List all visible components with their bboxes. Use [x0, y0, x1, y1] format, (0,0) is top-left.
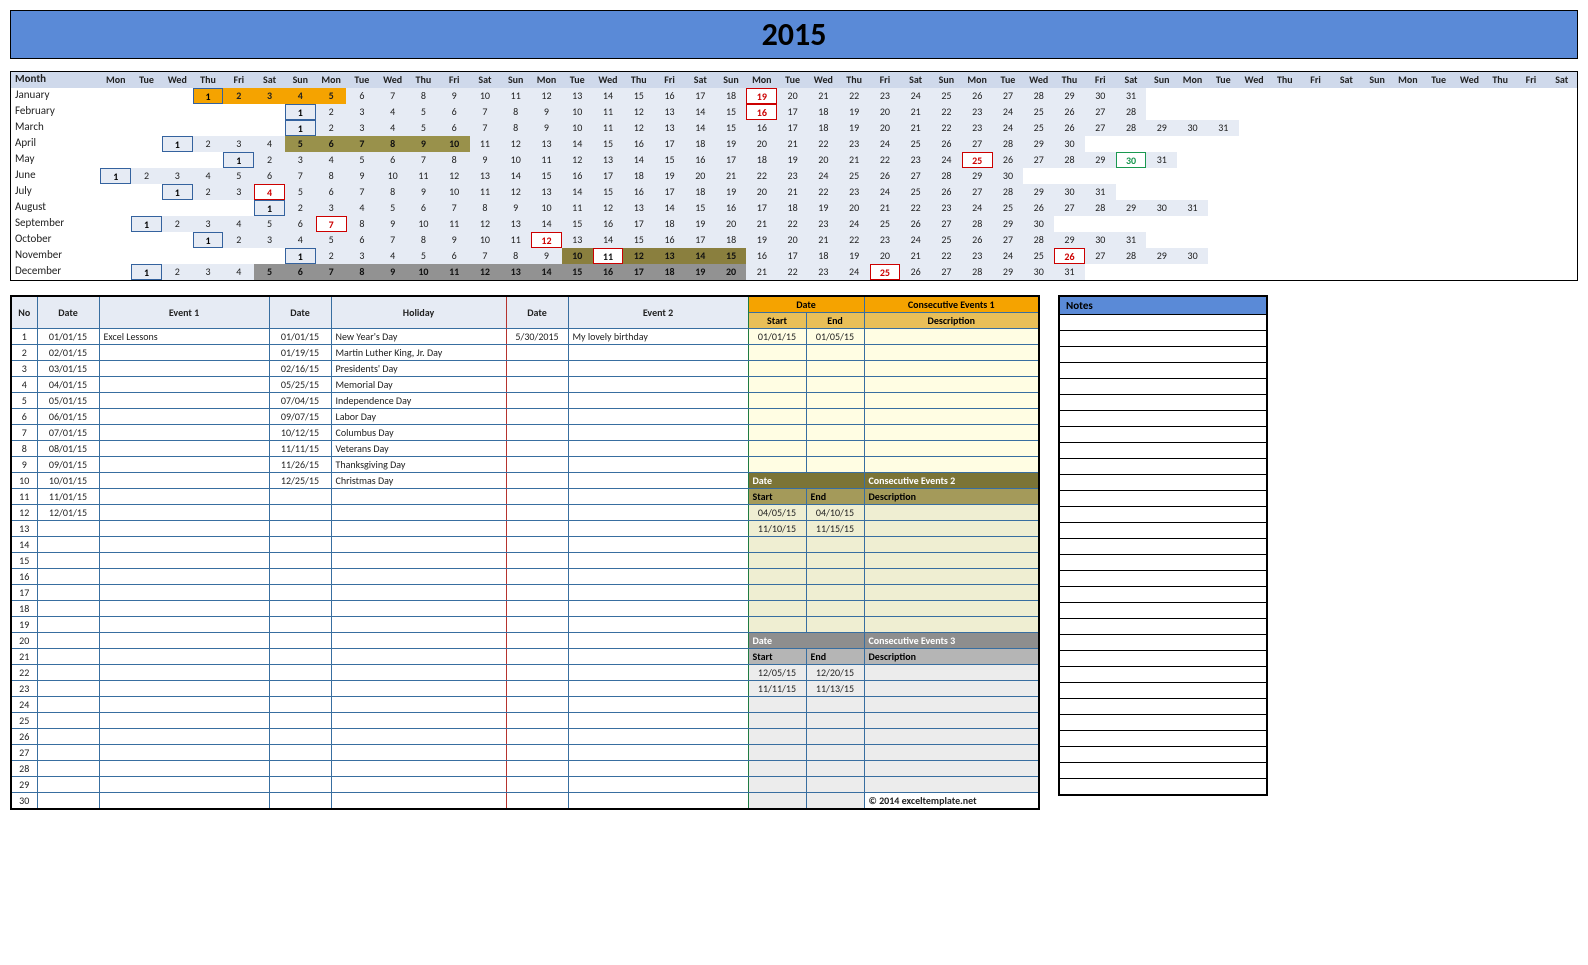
year-title: 2015	[10, 10, 1578, 59]
notes-row[interactable]	[1059, 539, 1267, 555]
notes-row[interactable]	[1059, 379, 1267, 395]
notes-row[interactable]	[1059, 523, 1267, 539]
month-label: October	[11, 232, 100, 248]
month-label: November	[11, 248, 100, 264]
calendar-grid: MonthMonTueWedThuFriSatSunMonTueWedThuFr…	[10, 71, 1578, 281]
notes-row[interactable]	[1059, 715, 1267, 731]
month-label: May	[11, 152, 100, 168]
notes-row[interactable]	[1059, 347, 1267, 363]
notes-row[interactable]	[1059, 667, 1267, 683]
notes-row[interactable]	[1059, 763, 1267, 779]
notes-header: Notes	[1059, 296, 1267, 315]
notes-row[interactable]	[1059, 779, 1267, 795]
notes-row[interactable]	[1059, 491, 1267, 507]
notes-row[interactable]	[1059, 747, 1267, 763]
notes-table: Notes	[1058, 295, 1268, 796]
notes-row[interactable]	[1059, 699, 1267, 715]
month-label: February	[11, 104, 100, 120]
notes-row[interactable]	[1059, 635, 1267, 651]
notes-row[interactable]	[1059, 731, 1267, 747]
notes-row[interactable]	[1059, 683, 1267, 699]
notes-row[interactable]	[1059, 475, 1267, 491]
notes-row[interactable]	[1059, 507, 1267, 523]
month-label: March	[11, 120, 100, 136]
notes-row[interactable]	[1059, 363, 1267, 379]
month-label: January	[11, 88, 100, 104]
month-label: April	[11, 136, 100, 152]
notes-row[interactable]	[1059, 555, 1267, 571]
notes-row[interactable]	[1059, 459, 1267, 475]
notes-row[interactable]	[1059, 603, 1267, 619]
notes-row[interactable]	[1059, 315, 1267, 331]
notes-row[interactable]	[1059, 395, 1267, 411]
month-label: August	[11, 200, 100, 216]
notes-row[interactable]	[1059, 619, 1267, 635]
notes-row[interactable]	[1059, 331, 1267, 347]
events-table: No DateEvent 1 DateHoliday DateEvent 2 D…	[10, 295, 1040, 810]
month-label: June	[11, 168, 100, 184]
notes-row[interactable]	[1059, 587, 1267, 603]
notes-row[interactable]	[1059, 651, 1267, 667]
notes-row[interactable]	[1059, 443, 1267, 459]
notes-row[interactable]	[1059, 427, 1267, 443]
month-label: July	[11, 184, 100, 200]
month-label: December	[11, 264, 100, 280]
notes-row[interactable]	[1059, 571, 1267, 587]
month-label: September	[11, 216, 100, 232]
notes-row[interactable]	[1059, 411, 1267, 427]
